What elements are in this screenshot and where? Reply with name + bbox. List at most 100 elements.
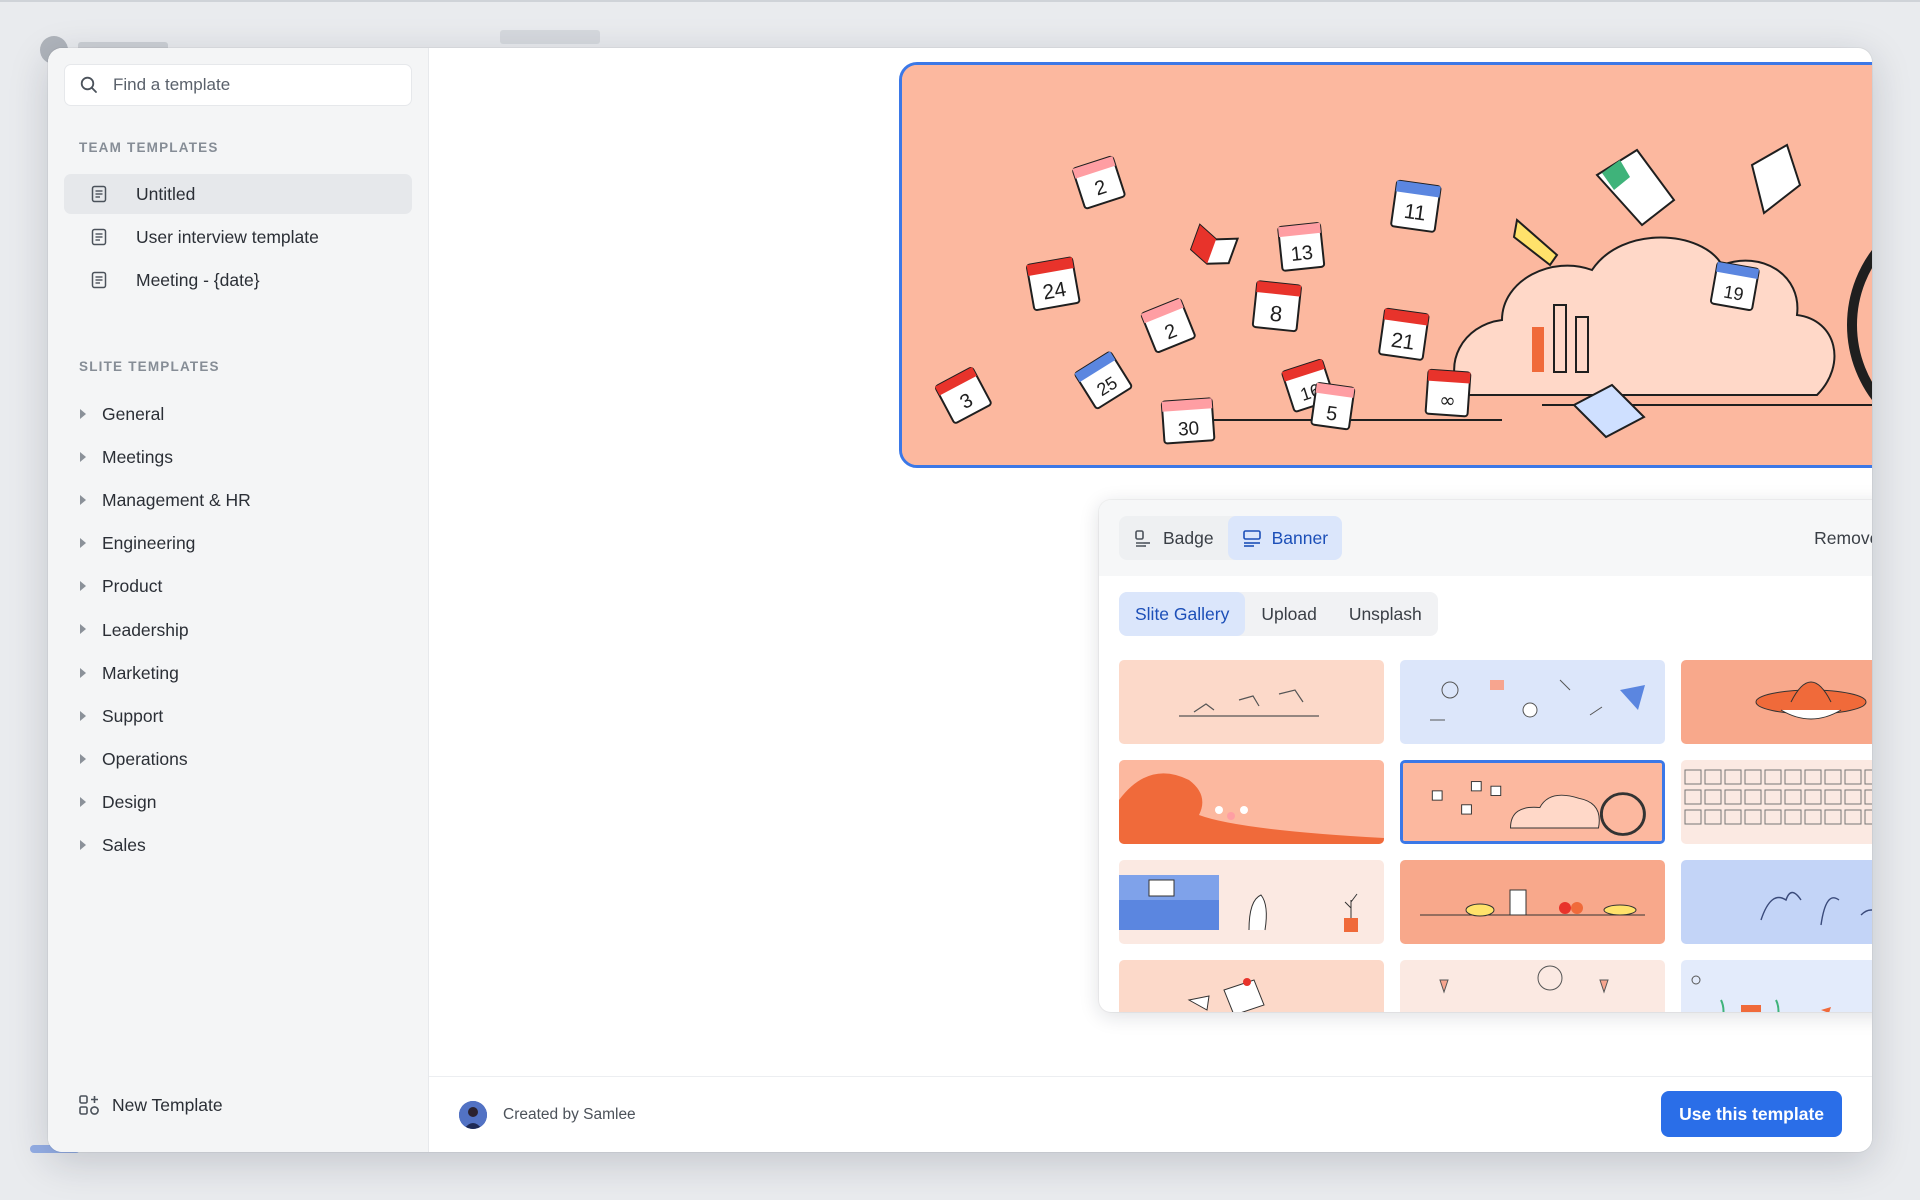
hands-relay-thumbnail xyxy=(1119,660,1384,744)
gallery-thumbnail[interactable] xyxy=(1400,860,1665,944)
calendar-page-5: 5 xyxy=(1310,382,1356,431)
aquarium-thumbnail xyxy=(1681,960,1872,1012)
gallery-thumbnail[interactable] xyxy=(1681,660,1872,744)
sombrero-thumbnail xyxy=(1681,660,1872,744)
cover-illustration: 2 24 13 11 8 2 21 3 25 30 16 5 19 ∞ xyxy=(902,65,1872,465)
badge-style-button[interactable]: Badge xyxy=(1119,516,1228,560)
desk-dog-thumbnail xyxy=(1119,860,1384,944)
gallery-thumbnail[interactable] xyxy=(1681,760,1872,844)
new-template-button[interactable]: New Template xyxy=(78,1094,223,1116)
gallery-thumbnail[interactable] xyxy=(1119,960,1384,1012)
banner-style-button[interactable]: Banner xyxy=(1227,516,1343,560)
gallery-thumbnail[interactable] xyxy=(1119,860,1384,944)
calendar-page-21: 21 xyxy=(1378,307,1430,361)
team-template-label: Untitled xyxy=(136,183,196,204)
caret-right-icon xyxy=(80,796,86,807)
calendar-page-30: 30 xyxy=(1160,397,1216,445)
svg-text:11: 11 xyxy=(1403,200,1428,226)
doodles-thumbnail xyxy=(1400,660,1665,744)
svg-text:21: 21 xyxy=(1390,329,1416,355)
category-support[interactable]: Support xyxy=(64,695,412,738)
caret-right-icon xyxy=(80,710,86,721)
cover-image[interactable]: 2 24 13 11 8 2 21 3 25 30 16 5 19 ∞ xyxy=(899,62,1872,468)
svg-text:∞: ∞ xyxy=(1438,388,1456,413)
banner-style-label: Banner xyxy=(1271,527,1329,548)
gallery-thumbnail[interactable] xyxy=(1119,760,1384,844)
caret-right-icon xyxy=(80,667,86,678)
calendar-page-13: 13 xyxy=(1277,222,1326,272)
document-icon xyxy=(91,271,107,289)
slite-category-list: General Meetings Management & HR Enginee… xyxy=(64,393,412,867)
slite-templates-heading: SLITE TEMPLATES xyxy=(79,359,220,374)
svg-text:13: 13 xyxy=(1290,242,1314,266)
calendar-page-infinity: ∞ xyxy=(1424,368,1472,418)
team-template-label: Meeting - {date} xyxy=(136,269,260,290)
banner-layout-icon xyxy=(1242,530,1261,547)
calendar-page-8: 8 xyxy=(1251,280,1302,333)
template-sidebar: TEAM TEMPLATES Untitled User inte xyxy=(48,48,429,1152)
badge-style-label: Badge xyxy=(1163,527,1214,548)
team-template-item[interactable]: User interview template xyxy=(64,217,412,257)
picker-header: Badge Banner Remove cover xyxy=(1099,500,1872,576)
hands-blue-thumbnail xyxy=(1681,860,1872,944)
category-label: Meetings xyxy=(102,447,174,468)
category-engineering[interactable]: Engineering xyxy=(64,522,412,565)
caret-right-icon xyxy=(80,495,86,506)
category-meetings[interactable]: Meetings xyxy=(64,436,412,479)
cover-picker-panel: Badge Banner Remove cover Slite Gallery xyxy=(1099,500,1872,1012)
remove-cover-button[interactable]: Remove cover xyxy=(1814,528,1872,549)
caret-right-icon xyxy=(80,624,86,635)
category-design[interactable]: Design xyxy=(64,781,412,824)
search-icon xyxy=(80,76,97,93)
svg-text:24: 24 xyxy=(1041,278,1068,305)
category-leadership[interactable]: Leadership xyxy=(64,608,412,651)
template-search[interactable] xyxy=(64,64,412,106)
document-icon xyxy=(91,228,107,246)
window-top-edge xyxy=(0,0,1920,2)
svg-text:30: 30 xyxy=(1177,418,1200,440)
gallery-thumbnail[interactable] xyxy=(1681,860,1872,944)
template-footer: Created by Samlee Use this template xyxy=(429,1076,1872,1152)
team-templates-list: Untitled User interview template Meeting… xyxy=(64,174,412,303)
cover-style-switch: Badge Banner xyxy=(1119,516,1343,560)
category-management-hr[interactable]: Management & HR xyxy=(64,479,412,522)
category-marketing[interactable]: Marketing xyxy=(64,652,412,695)
category-label: Engineering xyxy=(102,533,196,554)
party-thumbnail xyxy=(1400,960,1665,1012)
gallery-thumbnail-selected[interactable] xyxy=(1400,760,1665,844)
category-label: Sales xyxy=(102,834,146,855)
category-operations[interactable]: Operations xyxy=(64,738,412,781)
gallery-thumbnail[interactable] xyxy=(1681,960,1872,1012)
team-template-item[interactable]: Meeting - {date} xyxy=(64,260,412,300)
category-label: Management & HR xyxy=(102,490,251,511)
template-preview: 2 24 13 11 8 2 21 3 25 30 16 5 19 ∞ Badg… xyxy=(429,48,1872,1076)
badge-layout-icon xyxy=(1135,530,1150,547)
category-label: Marketing xyxy=(102,662,179,683)
tab-slite-gallery[interactable]: Slite Gallery xyxy=(1119,592,1246,636)
team-template-item[interactable]: Untitled xyxy=(64,174,412,214)
category-label: Support xyxy=(102,705,164,726)
search-input[interactable] xyxy=(111,74,395,96)
tab-upload[interactable]: Upload xyxy=(1245,592,1332,636)
category-label: General xyxy=(102,404,165,425)
svg-text:8: 8 xyxy=(1269,301,1284,327)
breadcrumb xyxy=(500,30,600,44)
category-general[interactable]: General xyxy=(64,393,412,436)
gallery-thumbnail[interactable] xyxy=(1119,660,1384,744)
calendar-cyclist-thumbnail xyxy=(1403,763,1662,841)
add-template-icon xyxy=(79,1095,99,1115)
calendar-page-11: 11 xyxy=(1390,179,1442,233)
document-icon xyxy=(91,185,107,203)
category-sales[interactable]: Sales xyxy=(64,824,412,867)
calendar-page-19: 19 xyxy=(1709,261,1760,312)
keyboard-thumbnail xyxy=(1681,760,1872,844)
tab-unsplash[interactable]: Unsplash xyxy=(1333,592,1438,636)
gallery-thumbnail[interactable] xyxy=(1400,960,1665,1012)
use-template-button[interactable]: Use this template xyxy=(1661,1091,1842,1137)
gallery-thumbnail[interactable] xyxy=(1400,660,1665,744)
category-product[interactable]: Product xyxy=(64,565,412,608)
category-label: Leadership xyxy=(102,619,189,640)
team-template-label: User interview template xyxy=(136,226,319,247)
caret-right-icon xyxy=(80,452,86,463)
category-label: Design xyxy=(102,791,157,812)
